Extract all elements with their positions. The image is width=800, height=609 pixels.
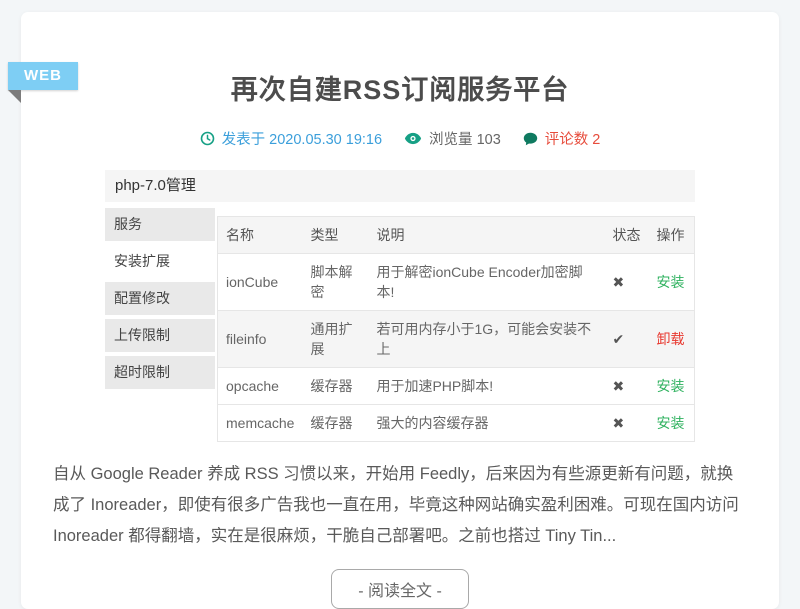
panel-sidebar: 服务 安装扩展 配置修改 上传限制 超时限制 bbox=[105, 208, 215, 442]
ext-desc: 用于解密ionCube Encoder加密脚本! bbox=[368, 254, 604, 311]
ext-name: ionCube bbox=[218, 254, 303, 311]
post-excerpt: 自从 Google Reader 养成 RSS 习惯以来，开始用 Feedly，… bbox=[53, 459, 743, 552]
uninstall-link[interactable]: 卸载 bbox=[657, 331, 685, 347]
ext-name: memcache bbox=[218, 405, 303, 442]
column-header-status: 状态 bbox=[605, 217, 649, 254]
status-cross-icon: ✖ bbox=[613, 415, 625, 431]
category-ribbon-label: WEB bbox=[24, 67, 62, 84]
status-cross-icon: ✖ bbox=[613, 378, 625, 394]
panel-title: php-7.0管理 bbox=[105, 170, 695, 202]
table-row-opcache: opcache 缓存器 用于加速PHP脚本! ✖ 安装 bbox=[218, 368, 695, 405]
table-row-fileinfo: fileinfo 通用扩展 若可用内存小于1G，可能会安装不上 ✔ 卸载 bbox=[218, 311, 695, 368]
extensions-table: 名称 类型 说明 状态 操作 ionCube 脚本解密 用于解密ionCube … bbox=[217, 216, 695, 442]
comment-count: 评论数 2 bbox=[545, 128, 601, 149]
comments-item: 评论数 2 bbox=[523, 128, 601, 149]
sidebar-item-upload-limit[interactable]: 上传限制 bbox=[105, 319, 215, 352]
ext-type: 脚本解密 bbox=[302, 254, 368, 311]
read-more-button[interactable]: - 阅读全文 - bbox=[331, 569, 469, 609]
table-row-ioncube: ionCube 脚本解密 用于解密ionCube Encoder加密脚本! ✖ … bbox=[218, 254, 695, 311]
ext-desc: 若可用内存小于1G，可能会安装不上 bbox=[368, 311, 604, 368]
panel-body: 服务 安装扩展 配置修改 上传限制 超时限制 名称 类型 说明 状态 操作 bbox=[105, 208, 695, 442]
ext-name: fileinfo bbox=[218, 311, 303, 368]
ext-type: 缓存器 bbox=[302, 368, 368, 405]
eye-icon bbox=[404, 132, 422, 145]
ext-type: 缓存器 bbox=[302, 405, 368, 442]
status-check-icon: ✔ bbox=[613, 331, 625, 347]
table-row-memcache: memcache 缓存器 强大的内容缓存器 ✖ 安装 bbox=[218, 405, 695, 442]
column-header-action: 操作 bbox=[649, 217, 695, 254]
clock-icon bbox=[200, 131, 215, 146]
column-header-name: 名称 bbox=[218, 217, 303, 254]
publish-date: 发表于 2020.05.30 19:16 bbox=[222, 128, 382, 149]
sidebar-item-timeout-limit[interactable]: 超时限制 bbox=[105, 356, 215, 389]
install-link[interactable]: 安装 bbox=[657, 274, 685, 290]
ext-type: 通用扩展 bbox=[302, 311, 368, 368]
comment-bubble-icon bbox=[523, 132, 538, 146]
php-admin-panel: php-7.0管理 服务 安装扩展 配置修改 上传限制 超时限制 名称 类型 说… bbox=[105, 170, 695, 442]
view-count: 浏览量 103 bbox=[429, 128, 501, 149]
sidebar-item-services[interactable]: 服务 bbox=[105, 208, 215, 241]
install-link[interactable]: 安装 bbox=[657, 378, 685, 394]
ext-name: opcache bbox=[218, 368, 303, 405]
column-header-desc: 说明 bbox=[368, 217, 604, 254]
post-title: 再次自建RSS订阅服务平台 bbox=[21, 12, 779, 107]
sidebar-item-install-extensions[interactable]: 安装扩展 bbox=[105, 245, 215, 278]
ext-desc: 强大的内容缓存器 bbox=[368, 405, 604, 442]
table-header-row: 名称 类型 说明 状态 操作 bbox=[218, 217, 695, 254]
post-meta: 发表于 2020.05.30 19:16 浏览量 103 评论数 2 bbox=[21, 128, 779, 149]
install-link[interactable]: 安装 bbox=[657, 415, 685, 431]
publish-date-item: 发表于 2020.05.30 19:16 bbox=[200, 128, 382, 149]
ribbon-fold-triangle bbox=[8, 90, 21, 103]
post-card: WEB 再次自建RSS订阅服务平台 发表于 2020.05.30 19:16 浏… bbox=[21, 12, 779, 609]
category-ribbon[interactable]: WEB bbox=[8, 62, 78, 90]
views-item: 浏览量 103 bbox=[404, 128, 501, 149]
column-header-type: 类型 bbox=[302, 217, 368, 254]
read-more-container: - 阅读全文 - bbox=[21, 569, 779, 609]
ext-desc: 用于加速PHP脚本! bbox=[368, 368, 604, 405]
status-cross-icon: ✖ bbox=[613, 274, 625, 290]
sidebar-item-config-edit[interactable]: 配置修改 bbox=[105, 282, 215, 315]
